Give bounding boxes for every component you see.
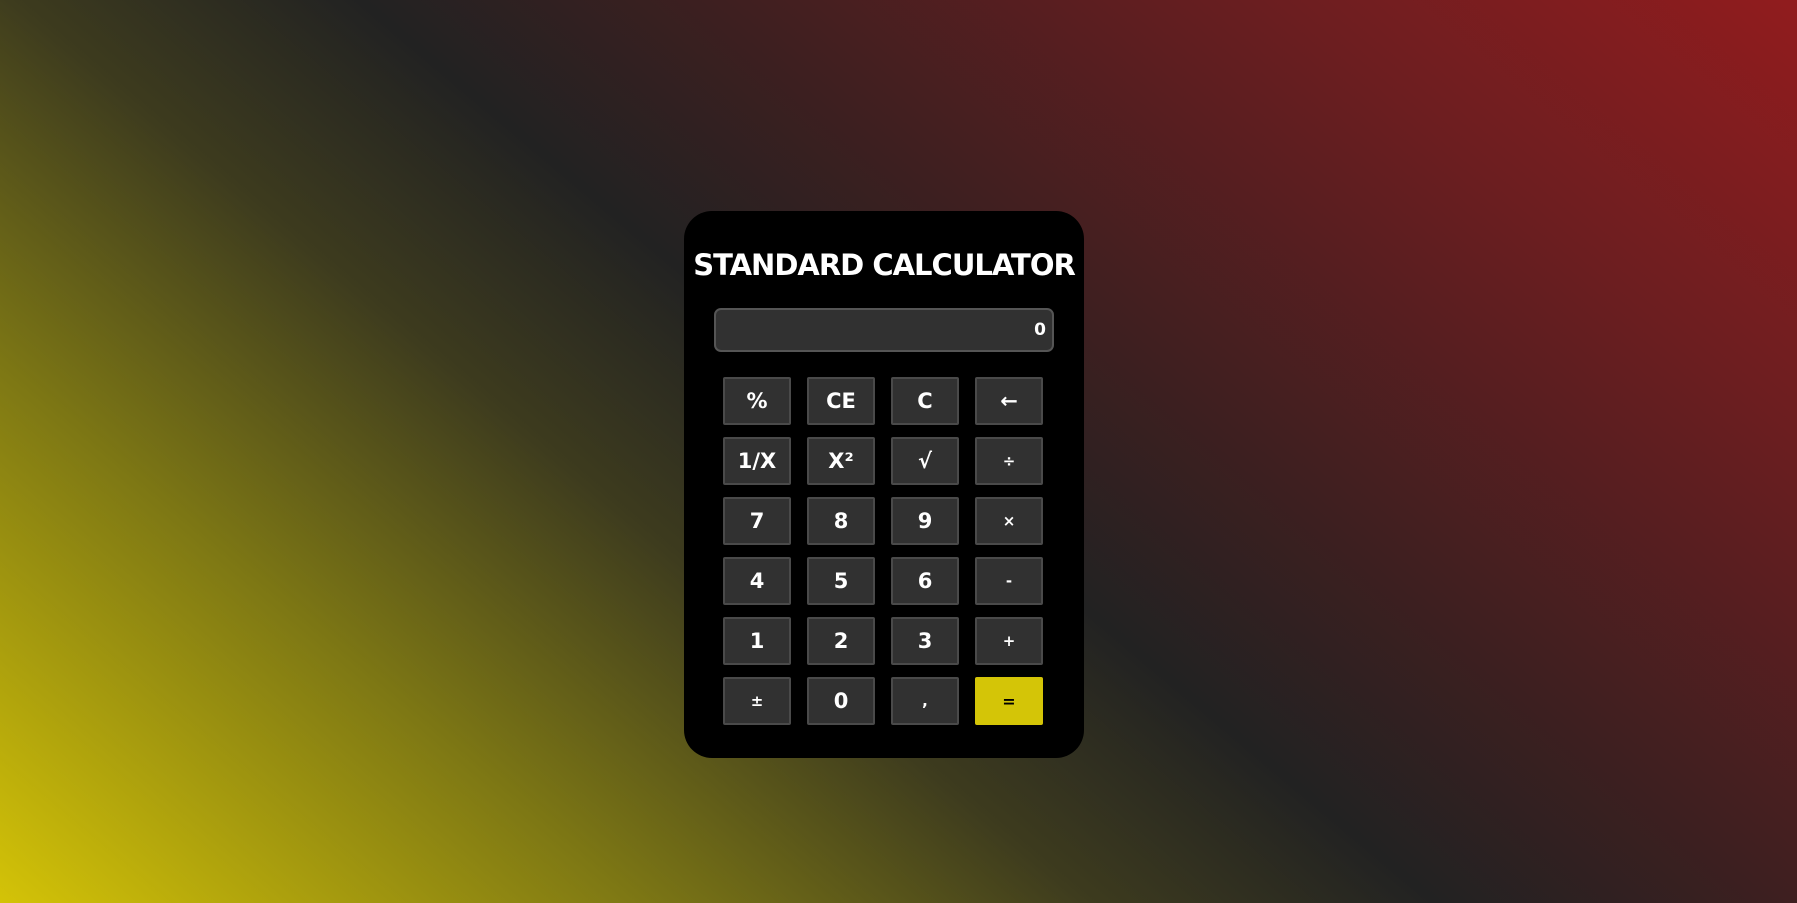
clear-button[interactable]: C: [891, 377, 959, 425]
calculator-panel: STANDARD CALCULATOR % CE C ← 1/X X² √ ÷ …: [684, 211, 1084, 758]
backspace-button[interactable]: ←: [975, 377, 1043, 425]
digit-4-button[interactable]: 4: [723, 557, 791, 605]
calculator-title: STANDARD CALCULATOR: [693, 248, 1076, 282]
percent-button[interactable]: %: [723, 377, 791, 425]
reciprocal-button[interactable]: 1/X: [723, 437, 791, 485]
digit-1-button[interactable]: 1: [723, 617, 791, 665]
negate-button[interactable]: ±: [723, 677, 791, 725]
digit-2-button[interactable]: 2: [807, 617, 875, 665]
digit-8-button[interactable]: 8: [807, 497, 875, 545]
clear-entry-button[interactable]: CE: [807, 377, 875, 425]
add-button[interactable]: +: [975, 617, 1043, 665]
decimal-button[interactable]: ,: [891, 677, 959, 725]
digit-5-button[interactable]: 5: [807, 557, 875, 605]
digit-3-button[interactable]: 3: [891, 617, 959, 665]
square-root-button[interactable]: √: [891, 437, 959, 485]
digit-9-button[interactable]: 9: [891, 497, 959, 545]
square-button[interactable]: X²: [807, 437, 875, 485]
multiply-button[interactable]: ×: [975, 497, 1043, 545]
digit-7-button[interactable]: 7: [723, 497, 791, 545]
digit-6-button[interactable]: 6: [891, 557, 959, 605]
calculator-display[interactable]: [714, 308, 1054, 352]
digit-0-button[interactable]: 0: [807, 677, 875, 725]
equals-button[interactable]: =: [975, 677, 1043, 725]
subtract-button[interactable]: -: [975, 557, 1043, 605]
divide-button[interactable]: ÷: [975, 437, 1043, 485]
